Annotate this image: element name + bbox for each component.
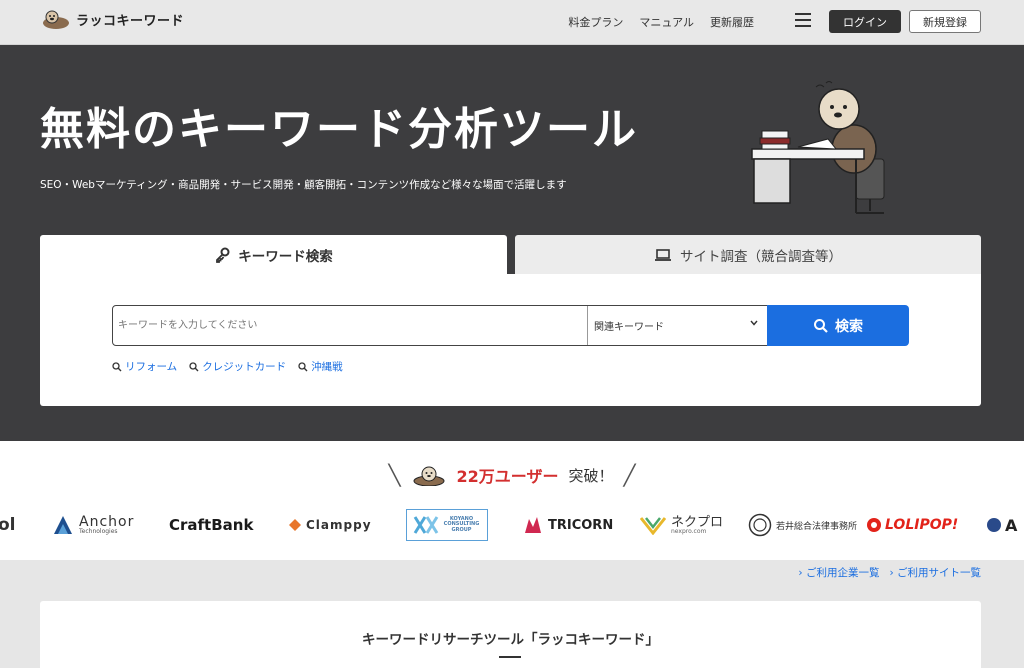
suggestion-label: リフォーム bbox=[125, 361, 178, 373]
hamburger-menu-icon[interactable] bbox=[795, 13, 811, 27]
search-icon bbox=[189, 361, 199, 371]
client-logo-nexpro: ネクプロ nexpro.com bbox=[640, 509, 723, 541]
signup-button[interactable]: 新規登録 bbox=[909, 10, 981, 33]
intro-card: キーワードリサーチツール「ラッコキーワード」 bbox=[40, 601, 981, 668]
client-logo-wakai: 若井総合法律事務所 bbox=[748, 509, 857, 541]
laptop-icon bbox=[655, 248, 671, 261]
hero-subtitle: SEO・Webマーケティング・商品開発・サービス開発・顧客開拓・コンテンツ作成な… bbox=[40, 179, 567, 191]
search-icon bbox=[112, 361, 122, 371]
intro-title: キーワードリサーチツール「ラッコキーワード」 bbox=[362, 632, 659, 648]
search-tabs: キーワード検索 サイト調査（競合調査等） bbox=[40, 235, 981, 274]
search-button-label: 検索 bbox=[835, 318, 863, 335]
chevron-down-icon bbox=[750, 320, 758, 326]
title-underline bbox=[499, 656, 521, 658]
header-nav: 料金プラン マニュアル 更新履歴 bbox=[568, 14, 754, 30]
tab-site-research[interactable]: サイト調査（競合調査等） bbox=[515, 235, 981, 274]
client-logo-cut-right: A bbox=[986, 509, 1017, 541]
search-mode-select[interactable]: 関連キーワード bbox=[587, 306, 768, 345]
users-headline: ╲ 22万ユーザー 突破！ ╱ bbox=[388, 463, 636, 487]
search-button[interactable]: 検索 bbox=[767, 305, 909, 346]
search-icon bbox=[814, 318, 828, 333]
client-logo-anchor: Anchor Technologies bbox=[52, 509, 134, 541]
user-count: 22万ユーザー bbox=[456, 467, 559, 486]
site-logo[interactable]: ラッコキーワード bbox=[40, 8, 184, 30]
tab-site-label: サイト調査（競合調査等） bbox=[680, 248, 842, 265]
client-logo-koyano: KOYANO CONSULTING GROUP bbox=[406, 509, 488, 541]
nav-changelog[interactable]: 更新履歴 bbox=[710, 14, 754, 30]
otter-working-illustration bbox=[751, 81, 885, 214]
clamppy-logo-icon bbox=[289, 519, 301, 531]
client-logo-cut: ol bbox=[0, 515, 16, 535]
client-logo-lolipop: LOLIPOP! bbox=[866, 509, 958, 541]
users-section: ╲ 22万ユーザー 突破！ ╱ ol Anchor Technologies C… bbox=[0, 441, 1024, 560]
keyword-suggestions: リフォーム クレジットカード 沖縄戦 bbox=[112, 359, 343, 374]
law-office-seal-icon bbox=[748, 513, 772, 537]
client-logo-tricorn: TRICORN bbox=[523, 509, 613, 541]
tab-keyword-label: キーワード検索 bbox=[238, 248, 333, 265]
nexpro-logo-icon bbox=[640, 517, 666, 535]
client-logo-craftbank: CraftBank bbox=[169, 516, 254, 534]
hero-title: 無料のキーワード分析ツール bbox=[40, 104, 638, 155]
partial-logo-icon bbox=[987, 518, 1001, 532]
nav-pricing[interactable]: 料金プラン bbox=[568, 14, 623, 30]
otter-mascot-icon bbox=[413, 466, 445, 486]
tab-keyword-search[interactable]: キーワード検索 bbox=[40, 235, 507, 274]
client-logo-clamppy: Clamppy bbox=[288, 509, 372, 541]
suggestion-label: 沖縄戦 bbox=[311, 361, 343, 373]
search-icon bbox=[298, 361, 308, 371]
user-count-suffix: 突破！ bbox=[568, 466, 614, 485]
suggestion-label: クレジットカード bbox=[202, 361, 287, 373]
otter-logo-icon bbox=[43, 10, 69, 29]
keyword-search-input[interactable] bbox=[113, 306, 587, 345]
tricorn-logo-icon bbox=[525, 517, 541, 533]
suggestion-link[interactable]: 沖縄戦 bbox=[298, 359, 343, 374]
koyano-logo-icon bbox=[413, 516, 438, 534]
site-header: ラッコキーワード 料金プラン マニュアル 更新履歴 ログイン 新規登録 bbox=[0, 0, 1024, 45]
link-companies[interactable]: › ご利用企業一覧 bbox=[798, 565, 879, 580]
client-logos: ol Anchor Technologies CraftBank Clamppy… bbox=[0, 509, 1024, 541]
login-button[interactable]: ログイン bbox=[829, 10, 901, 33]
usage-links: › ご利用企業一覧 › ご利用サイト一覧 bbox=[798, 565, 981, 580]
key-icon bbox=[216, 247, 230, 263]
link-sites[interactable]: › ご利用サイト一覧 bbox=[889, 565, 981, 580]
search-panel: 関連キーワード 検索 リフォーム クレジットカード 沖縄戦 bbox=[40, 274, 981, 406]
nav-manual[interactable]: マニュアル bbox=[639, 14, 694, 30]
search-mode-value: 関連キーワード bbox=[594, 322, 664, 333]
search-field-group: 関連キーワード bbox=[112, 305, 768, 346]
lolipop-logo-icon bbox=[867, 518, 881, 532]
suggestion-link[interactable]: クレジットカード bbox=[189, 359, 286, 374]
logo-text: ラッコキーワード bbox=[76, 13, 185, 29]
suggestion-link[interactable]: リフォーム bbox=[112, 359, 177, 374]
anchor-logo-icon bbox=[54, 516, 72, 534]
